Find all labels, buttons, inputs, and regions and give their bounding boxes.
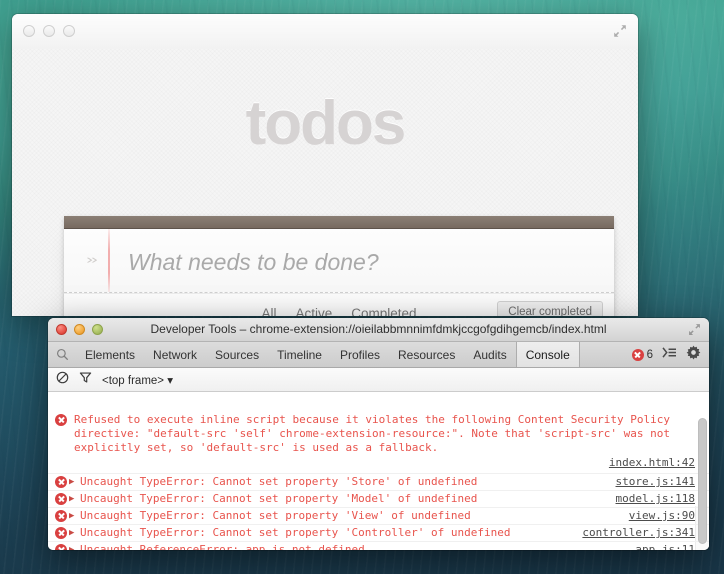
todos-zoom-button[interactable] — [63, 25, 75, 37]
error-count-label: 6 — [646, 348, 653, 361]
error-count-badge[interactable]: 6 — [631, 348, 653, 361]
console-message[interactable]: ▶ store.js:141 Uncaught TypeError: Canno… — [48, 474, 709, 491]
filter-funnel-icon[interactable] — [79, 371, 92, 389]
error-circle-icon — [55, 476, 67, 492]
devtools-traffic-lights — [56, 324, 103, 335]
resize-arrows-icon[interactable] — [687, 322, 702, 337]
error-circle-icon — [55, 493, 67, 509]
tab-network[interactable]: Network — [144, 342, 206, 367]
filter-all[interactable]: All — [257, 304, 280, 317]
console-message[interactable]: Refused to execute inline script because… — [48, 412, 709, 474]
devtools-toolbar-right: 6 — [631, 342, 709, 367]
todos-browser-window[interactable]: todos » All Active Completed Clear compl… — [12, 14, 638, 316]
tab-timeline[interactable]: Timeline — [268, 342, 331, 367]
tab-profiles[interactable]: Profiles — [331, 342, 389, 367]
todos-page-body: todos » All Active Completed Clear compl… — [12, 49, 638, 316]
frame-selector-dropdown[interactable]: <top frame> ▾ — [102, 373, 173, 387]
error-circle-icon — [55, 510, 67, 526]
devtools-window[interactable]: Developer Tools – chrome-extension://oie… — [48, 318, 709, 550]
clear-console-icon[interactable] — [56, 371, 69, 389]
error-circle-icon — [55, 544, 67, 550]
expand-arrow-icon[interactable]: ▶ — [69, 543, 74, 550]
tab-sources[interactable]: Sources — [206, 342, 268, 367]
gear-icon[interactable] — [686, 345, 701, 365]
expand-arrow-icon[interactable]: ▶ — [69, 526, 74, 540]
todo-left-rule — [108, 229, 110, 292]
console-message-source[interactable]: view.js:90 — [629, 509, 695, 523]
console-message-text: Uncaught TypeError: Cannot set property … — [80, 509, 471, 522]
expand-arrow-icon[interactable]: ▶ — [69, 509, 74, 523]
expand-arrow-icon[interactable]: ▶ — [69, 492, 74, 506]
new-todo-input[interactable] — [126, 242, 602, 282]
filter-completed[interactable]: Completed — [347, 304, 420, 317]
tab-console[interactable]: Console — [515, 342, 580, 367]
expand-arrow-icon[interactable]: ▶ — [69, 475, 74, 489]
todos-close-button[interactable] — [23, 25, 35, 37]
console-message[interactable]: ▶ model.js:118 Uncaught TypeError: Canno… — [48, 491, 709, 508]
console-drawer-icon[interactable] — [662, 346, 677, 364]
todos-window-titlebar[interactable] — [12, 14, 638, 50]
console-message[interactable]: ▶ controller.js:341 Uncaught TypeError: … — [48, 525, 709, 542]
console-message-source[interactable]: model.js:118 — [616, 492, 695, 506]
desktop-wallpaper: todos » All Active Completed Clear compl… — [0, 0, 724, 574]
todoapp-card: » All Active Completed Clear completed — [64, 216, 614, 316]
devtools-close-button[interactable] — [56, 324, 67, 335]
devtools-titlebar[interactable]: Developer Tools – chrome-extension://oie… — [48, 318, 709, 342]
console-message-text: Uncaught TypeError: Cannot set property … — [80, 475, 478, 488]
filter-active[interactable]: Active — [291, 304, 336, 317]
console-message-source[interactable]: store.js:141 — [616, 475, 695, 489]
console-message[interactable]: ▶ view.js:90 Uncaught TypeError: Cannot … — [48, 508, 709, 525]
toggle-all-chevron-icon[interactable]: » — [77, 254, 106, 266]
console-message-text: Uncaught ReferenceError: app is not defi… — [80, 543, 365, 550]
todos-minimize-button[interactable] — [43, 25, 55, 37]
console-filter-bar: <top frame> ▾ — [48, 368, 709, 392]
console-message-text: Uncaught TypeError: Cannot set property … — [80, 526, 511, 539]
devtools-zoom-button[interactable] — [92, 324, 103, 335]
tab-resources[interactable]: Resources — [389, 342, 464, 367]
fullscreen-arrows-icon[interactable] — [612, 23, 628, 39]
error-circle-icon — [55, 414, 67, 430]
page-title: todos — [245, 89, 407, 158]
devtools-minimize-button[interactable] — [74, 324, 85, 335]
console-message[interactable]: ▶ app.js:11 Uncaught ReferenceError: app… — [48, 542, 709, 550]
error-circle-icon — [631, 348, 644, 361]
error-circle-icon — [55, 527, 67, 543]
console-message-source[interactable]: app.js:11 — [635, 543, 695, 550]
console-output[interactable]: Refused to execute inline script because… — [48, 412, 709, 550]
console-scrollbar-thumb[interactable] — [698, 418, 707, 544]
console-message-text: Uncaught TypeError: Cannot set property … — [80, 492, 478, 505]
clear-completed-button[interactable]: Clear completed — [497, 301, 603, 316]
devtools-tabbar: Elements Network Sources Timeline Profil… — [48, 342, 709, 368]
tab-elements[interactable]: Elements — [76, 342, 144, 367]
new-todo-row: » — [64, 229, 614, 293]
devtools-window-title: Developer Tools – chrome-extension://oie… — [150, 322, 607, 336]
tab-audits[interactable]: Audits — [464, 342, 515, 367]
todos-traffic-lights — [23, 25, 75, 37]
console-message-text: Refused to execute inline script because… — [74, 413, 671, 454]
search-icon[interactable] — [48, 342, 76, 367]
console-message-source[interactable]: controller.js:341 — [582, 526, 695, 540]
todoapp-footer: All Active Completed Clear completed — [64, 293, 614, 316]
todoapp-topbar — [64, 216, 614, 229]
console-message-source[interactable]: index.html:42 — [74, 456, 695, 470]
